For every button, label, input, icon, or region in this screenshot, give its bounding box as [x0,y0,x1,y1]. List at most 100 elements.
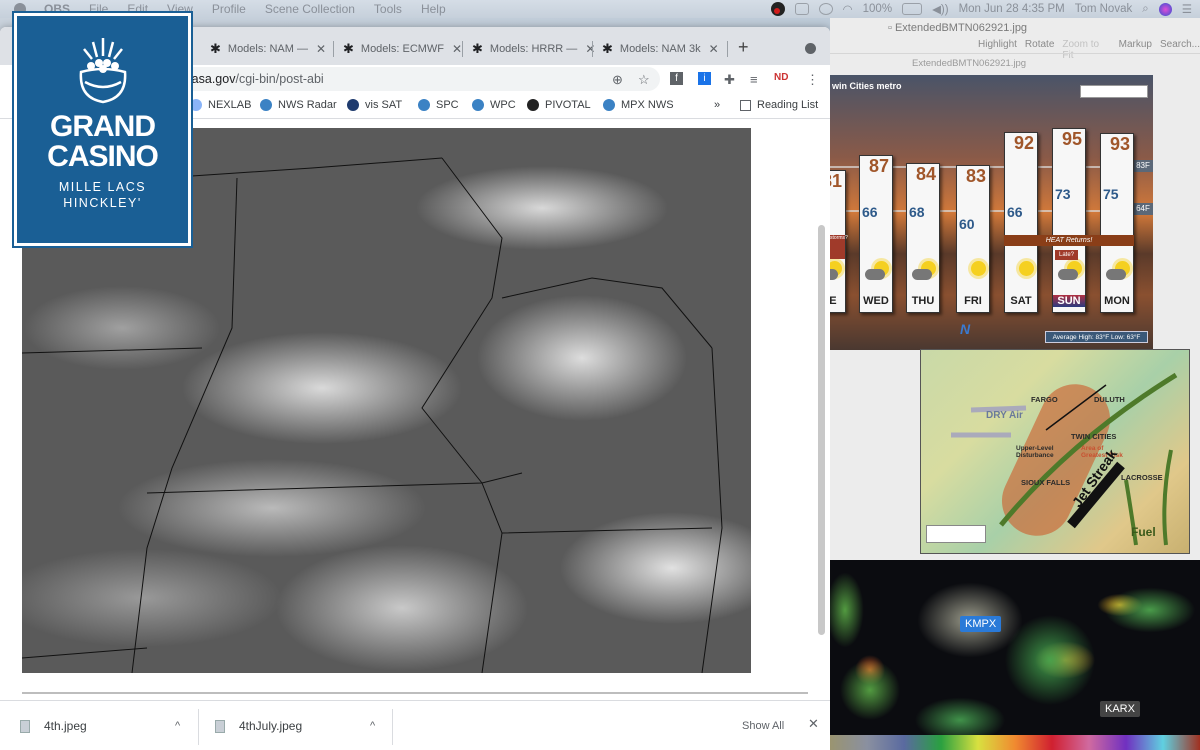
obs-record-icon[interactable] [770,2,785,16]
markup-button[interactable]: Markup [1119,39,1152,61]
media-queue-icon[interactable]: ≡ [750,72,758,87]
weather-extension-icon[interactable]: ND [774,72,788,83]
sponsor-logo: GRAND CASINO MILLE LACS HINCKLEY' [12,11,193,248]
station-brand-logo [1080,85,1148,98]
bookmark-nexlab[interactable]: NEXLAB [190,99,251,111]
logo-line-grand: GRAND [50,110,156,143]
preview-title: ▫ ExtendedBMTN062921.jpg [888,22,1027,34]
zoom-to-fit-button[interactable]: Zoom to Fit [1062,39,1110,61]
bookmark-vis-sat[interactable]: vis SAT [347,99,402,111]
rotate-button[interactable]: Rotate [1025,39,1054,61]
menu-scene-collection[interactable]: Scene Collection [265,2,355,16]
high-temp: 93 [1109,134,1130,154]
noaa-icon [603,99,615,111]
gear-icon [527,99,539,111]
preview-title-text: ExtendedBMTN062921.jpg [894,22,1028,34]
bookmark-nws-radar[interactable]: NWS Radar [260,99,337,111]
sun-icon [971,261,986,276]
chevron-up-icon[interactable]: ^ [175,720,180,732]
day-name: MON [1104,295,1130,307]
gear-icon: ✱ [210,41,221,56]
menu-tools[interactable]: Tools [374,2,402,16]
chevron-up-icon[interactable]: ^ [370,720,375,732]
logo-line-hinckley: HINCKLEY' [63,196,142,210]
download-item[interactable]: 4thJuly.jpeg ^ [215,701,390,750]
menu-profile[interactable]: Profile [212,2,246,16]
wifi-icon[interactable]: ◠ [843,2,853,16]
status-area: ◠ 100% ◀)) Mon Jun 28 4:35 PM Tom Novak … [770,0,1192,18]
tab-models-ecmwf[interactable]: ✱ Models: ECMWF ✕ [333,35,462,63]
partly-cloudy-storm-icon [1106,261,1132,283]
image-file-icon: ▫ [888,22,895,34]
close-icon[interactable]: ✕ [452,42,462,56]
partly-cloudy-icon [912,261,938,283]
pot-of-gold-icon [79,38,126,104]
preview-filename: ExtendedBMTN062921.jpg [912,58,1027,69]
bookmark-mpx-nws[interactable]: MPX NWS [603,99,674,111]
siri-icon[interactable] [1158,2,1172,16]
day-name: THU [911,295,935,307]
separator [392,709,393,745]
forecast-graphic[interactable]: win Cities metro 83F 64F 81 UE 87 66 WED 84 68… [830,75,1153,350]
address-bar[interactable]: c.nasa.gov/cgi-bin/post-abi [130,67,660,91]
battery-icon[interactable] [902,3,923,15]
info-extension-icon[interactable]: i [698,72,711,85]
close-icon[interactable]: ✕ [316,42,326,56]
tab-search-button[interactable] [805,43,816,54]
cloud-icon [1058,269,1078,280]
bookmark-label: NWS Radar [278,99,337,111]
close-icon[interactable]: ✕ [808,716,819,732]
radar-image[interactable]: KMPX KARX [830,560,1200,750]
user-name[interactable]: Tom Novak [1075,3,1133,15]
label-upper-level-disturbance: Upper-Level Disturbance [1016,445,1054,459]
spotlight-search-icon[interactable]: ⌕ [1142,3,1148,16]
datetime[interactable]: Mon Jun 28 4:35 PM [959,3,1065,15]
menu-help[interactable]: Help [421,2,446,16]
display-icon[interactable] [794,3,809,15]
notification-center-icon[interactable]: ☰ [1182,2,1192,16]
bookmark-star-icon[interactable]: ☆ [638,72,650,88]
bookmark-label: PIVOTAL [545,99,591,111]
download-name: 4th.jpeg [44,719,87,733]
tab-separator [727,41,728,57]
low-temp: 66 [1007,204,1023,220]
volume-icon[interactable]: ◀)) [932,2,949,16]
extensions-puzzle-icon[interactable]: ✚ [724,72,735,88]
bookmark-spc[interactable]: SPC [418,99,459,111]
facebook-extension-icon[interactable]: f [670,72,683,85]
battery-percent: 100% [862,3,893,15]
reading-list-button[interactable]: Reading List [740,99,818,111]
search-button[interactable]: Search... [1160,39,1200,61]
bookmark-pivotal[interactable]: PIVOTAL [527,99,591,111]
tab-models-nam[interactable]: ✱ Models: NAM — ✕ [200,35,326,63]
tab-models-nam-3k[interactable]: ✱ Models: NAM 3k ✕ [592,35,719,63]
noaa-icon [418,99,430,111]
bookmark-label: NEXLAB [208,99,252,111]
show-all-button[interactable]: Show All [732,713,794,739]
tab-label: Models: NAM 3k [619,43,701,55]
file-icon [20,719,30,733]
download-item[interactable]: 4th.jpeg ^ [20,701,195,750]
zoom-icon[interactable]: ⊕ [612,72,623,88]
bookmark-wpc[interactable]: WPC [472,99,516,111]
reading-list-icon [740,99,751,111]
partly-cloudy-icon [865,261,891,283]
new-tab-button[interactable]: + [738,37,749,58]
more-bookmarks-button[interactable]: » [714,99,720,111]
forecast-day: 84 68 THU [906,163,940,313]
label-twin-cities: TWIN CITIES [1071,432,1117,441]
station-brand-logo [926,525,986,543]
low-temp: 66 [862,204,878,220]
vertical-scrollbar[interactable] [818,225,825,635]
bookmark-label: SPC [436,99,459,111]
low-temp: 60 [959,216,975,232]
kebab-menu-icon[interactable]: ⋮ [806,72,819,88]
severe-weather-map[interactable]: FARGO DULUTH TWIN CITIES SIOUX FALLS LAC… [920,349,1190,554]
separator [198,709,199,745]
close-icon[interactable]: ✕ [709,42,719,56]
tab-models-hrrr[interactable]: ✱ Models: HRRR — ✕ [462,35,595,63]
download-name: 4thJuly.jpeg [239,719,303,733]
cloud-icon[interactable] [818,3,833,15]
tab-label: Models: NAM — [227,43,308,55]
fuel-label: Fuel [1131,525,1156,539]
